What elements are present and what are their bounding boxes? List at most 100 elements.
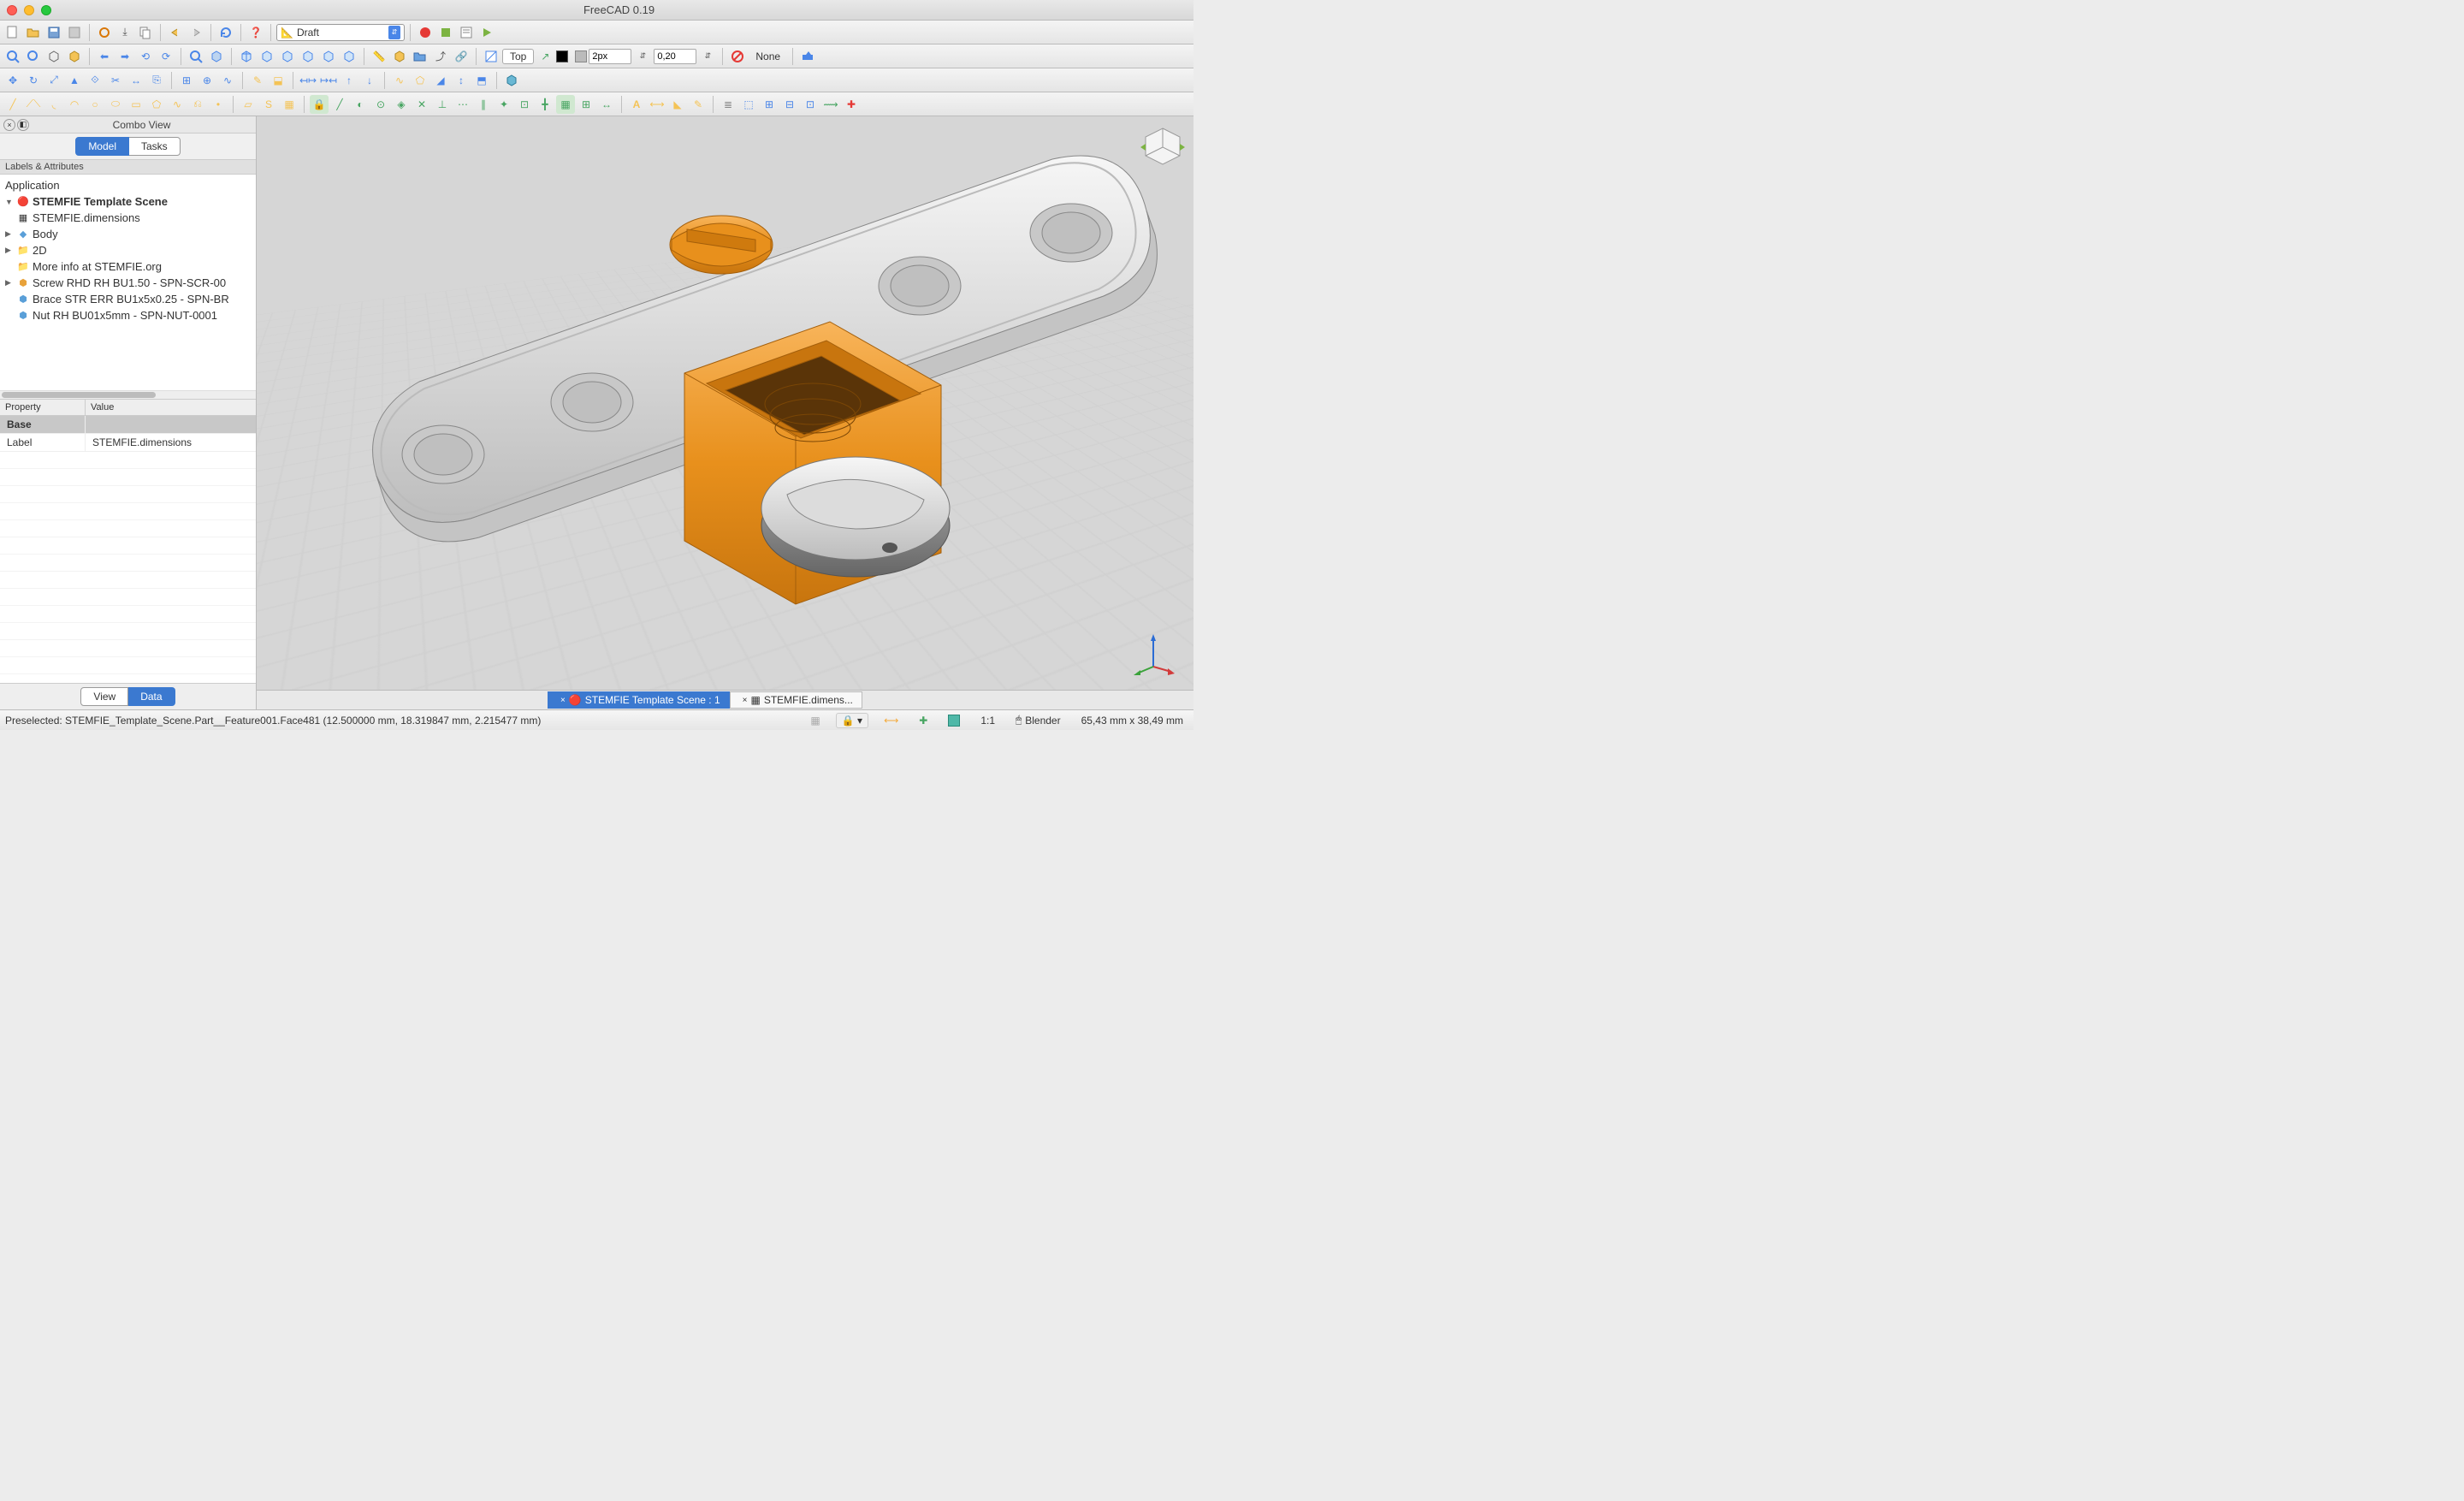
bezier-button[interactable]: ⎌ [188, 95, 207, 114]
bottom-view-button[interactable] [319, 47, 338, 66]
polygon-button[interactable]: ⬠ [147, 95, 166, 114]
save-button[interactable] [44, 23, 63, 42]
iso-view-button[interactable] [44, 47, 63, 66]
tree-scrollbar[interactable] [0, 390, 256, 399]
color-swatch-grey[interactable] [575, 50, 587, 62]
wp-proxy-button[interactable]: ⬚ [739, 95, 758, 114]
link-action-button[interactable]: 🔗 [452, 47, 471, 66]
front-view-button[interactable] [237, 47, 256, 66]
clone-button[interactable]: ⎘ [147, 71, 166, 90]
nav-right-button[interactable]: ➡ [116, 47, 134, 66]
status-nav-style[interactable]: 🖱 Blender [1010, 714, 1066, 727]
minimize-window-button[interactable] [24, 5, 34, 15]
import-button[interactable]: ⤓ [116, 23, 134, 42]
tree-item[interactable]: ▶ ⬢ Screw RHD RH BU1.50 - SPN-SCR-00 [0, 275, 256, 291]
join-button[interactable]: ↤↦ [299, 71, 317, 90]
dimension-button[interactable]: ⟷ [648, 95, 666, 114]
point-draft-button[interactable]: • [209, 95, 228, 114]
part-button[interactable] [390, 47, 409, 66]
snap-ext-button[interactable]: ⋯ [453, 95, 472, 114]
snap-parallel-button[interactable]: ∥ [474, 95, 493, 114]
select-group-button[interactable]: ⊡ [801, 95, 820, 114]
bim-button[interactable] [502, 71, 521, 90]
link-button[interactable] [95, 23, 114, 42]
tab-data[interactable]: Data [128, 687, 175, 706]
doc-tab-scene[interactable]: × 🔴 STEMFIE Template Scene : 1 [548, 691, 730, 709]
open-file-button[interactable] [24, 23, 43, 42]
line-button[interactable]: ╱ [3, 95, 22, 114]
disclosure-icon[interactable]: ▶ [5, 278, 14, 288]
rectangle-button[interactable]: ▭ [127, 95, 145, 114]
property-value[interactable]: STEMFIE.dimensions [86, 434, 198, 451]
export-button[interactable]: ⤴ [431, 47, 450, 66]
status-snap-lock[interactable]: 🔒 ▾ [836, 713, 868, 728]
line-width-input[interactable] [589, 49, 631, 64]
top-view-button[interactable] [258, 47, 276, 66]
fit-selection-button[interactable] [24, 47, 43, 66]
iso-button[interactable] [207, 47, 226, 66]
measure-button[interactable]: 📏 [370, 47, 388, 66]
path-array-button[interactable]: ∿ [218, 71, 237, 90]
subelement-button[interactable]: ⬓ [269, 71, 287, 90]
status-zoom[interactable]: 1:1 [975, 715, 1000, 727]
slope-button[interactable]: ◢ [431, 71, 450, 90]
fit-all-button[interactable] [3, 47, 22, 66]
mirror-button[interactable]: ▲ [65, 71, 84, 90]
copy-button[interactable] [136, 23, 155, 42]
folder-button[interactable] [411, 47, 429, 66]
wire-to-bspline-button[interactable]: ∿ [390, 71, 409, 90]
bspline-button[interactable]: ∿ [168, 95, 187, 114]
rotate-button[interactable]: ↻ [24, 71, 43, 90]
polar-array-button[interactable]: ⊕ [198, 71, 216, 90]
move-button[interactable]: ✥ [3, 71, 22, 90]
edit-button[interactable]: ✎ [248, 71, 267, 90]
macro-list-button[interactable] [457, 23, 476, 42]
stepper-updown-icon-2[interactable]: ⇵ [698, 47, 717, 66]
up-button[interactable]: ↑ [340, 71, 358, 90]
doc-tab-close[interactable]: × [743, 696, 748, 705]
fillet-button[interactable]: ◟ [44, 95, 63, 114]
3d-viewport[interactable]: × 🔴 STEMFIE Template Scene : 1 × ▦ STEMF… [257, 116, 1194, 709]
split-button[interactable]: ↦↤ [319, 71, 338, 90]
workbench-selector[interactable]: 📐 Draft ⇵ [276, 24, 405, 41]
tab-model[interactable]: Model [75, 137, 129, 156]
whatsthis-button[interactable]: ❓ [246, 23, 265, 42]
text-button[interactable]: A [627, 95, 646, 114]
precision-input[interactable] [654, 49, 696, 64]
disclosure-icon[interactable]: ▶ [5, 229, 14, 239]
offset-button[interactable]: ⟐ [86, 71, 104, 90]
snap-angle-button[interactable]: ↗ [536, 47, 554, 66]
tree-application[interactable]: Application [0, 177, 256, 193]
stretch-button[interactable]: ↔ [127, 71, 145, 90]
redo-button[interactable] [187, 23, 205, 42]
macro-stop-button[interactable] [436, 23, 455, 42]
close-window-button[interactable] [7, 5, 17, 15]
array-button[interactable]: ⊞ [177, 71, 196, 90]
tab-tasks[interactable]: Tasks [129, 137, 181, 156]
doc-tab-sheet[interactable]: × ▦ STEMFIE.dimens... [730, 691, 862, 709]
disclosure-icon[interactable]: ▶ [5, 246, 14, 255]
tree-item[interactable]: ⬢ Brace STR ERR BU1x5x0.25 - SPN-BR [0, 291, 256, 307]
panel-undock-button[interactable]: ◧ [17, 119, 29, 131]
left-view-button[interactable] [340, 47, 358, 66]
annotation-button[interactable]: ✎ [689, 95, 708, 114]
group-button[interactable]: ⊞ [760, 95, 779, 114]
disclosure-icon[interactable]: ▼ [5, 198, 14, 206]
rear-view-button[interactable] [299, 47, 317, 66]
shapestring-button[interactable]: S [259, 95, 278, 114]
snap-lock-button[interactable]: 🔒 [310, 95, 329, 114]
snap-special-button[interactable]: ✦ [495, 95, 513, 114]
tree-item[interactable]: ▦ STEMFIE.dimensions [0, 210, 256, 226]
snap-midpoint-button[interactable]: ◐ [351, 95, 370, 114]
heal-button[interactable]: ✚ [842, 95, 861, 114]
wp-selector-button[interactable] [482, 47, 500, 66]
tree-item[interactable]: ⬢ Nut RH BU01x5mm - SPN-NUT-0001 [0, 307, 256, 323]
right-view-button[interactable] [278, 47, 297, 66]
label-button[interactable]: ◣ [668, 95, 687, 114]
snap-dim-button[interactable]: ↔ [597, 95, 616, 114]
snap-near-button[interactable]: ⊡ [515, 95, 534, 114]
layer-button[interactable]: ≣ [719, 95, 737, 114]
draft-to-sketch-button[interactable]: ⬠ [411, 71, 429, 90]
tree-item[interactable]: ▶ 📁 2D [0, 242, 256, 258]
trim-button[interactable]: ✂ [106, 71, 125, 90]
